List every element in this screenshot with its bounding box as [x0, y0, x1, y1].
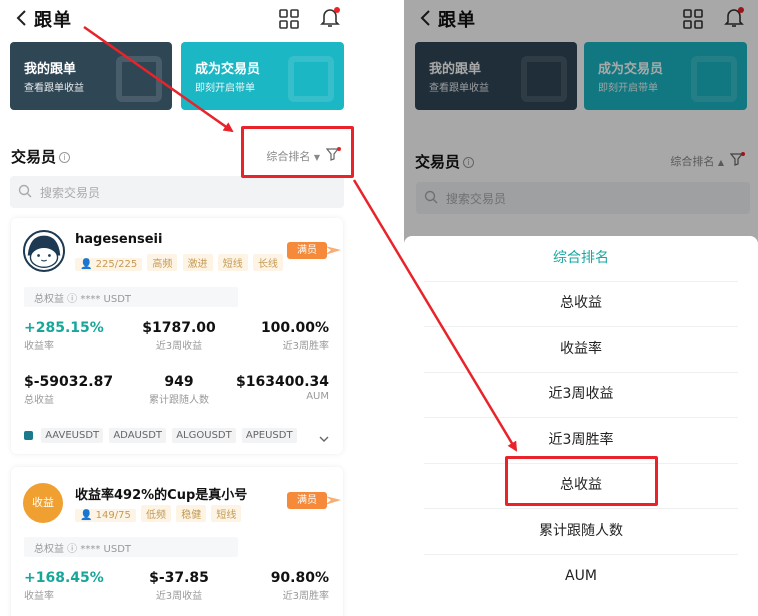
stat-label: 近3周收益 — [155, 591, 203, 602]
banner-decoration — [116, 56, 162, 102]
search-input[interactable]: 搜索交易员 — [10, 176, 344, 208]
stat-label: 累计跟随人数 — [149, 395, 209, 406]
banner-subtitle: 查看跟单收益 — [24, 83, 84, 94]
stat-label: 收益率 — [24, 591, 54, 602]
stat-value: 949 — [164, 374, 194, 390]
sort-option[interactable]: AUM — [404, 554, 758, 599]
search-icon — [18, 184, 32, 198]
stat-value: +285.15% — [24, 320, 104, 336]
stat-3w-winrate: 100.00% 近3周胜率 — [261, 320, 329, 352]
stat-value: +168.45% — [24, 570, 104, 586]
section-title-text: 交易员 — [11, 148, 57, 166]
follower-count-tag: 👤 225/225 — [75, 258, 143, 271]
stat-followers: 949 累计跟随人数 — [139, 374, 219, 406]
screenshot-stage: 跟单 我的跟单 查看跟单收益 成为交易员 即刻开启带单 交易员 i 综合排名 ▼ … — [0, 0, 758, 616]
stat-label: 总收益 — [24, 395, 54, 406]
stat-value: $-37.85 — [149, 570, 209, 586]
stat-label: 近3周收益 — [155, 341, 203, 352]
stat-total-profit: $-59032.87 总收益 — [24, 374, 113, 406]
avatar: 收益 — [23, 483, 63, 523]
style-tag: 激进 — [182, 254, 213, 271]
stat-3w-profit: $1787.00 近3周收益 — [139, 320, 219, 352]
trader-tags: 👤 225/225 高频 激进 短线 长线 — [75, 254, 285, 271]
right-screen: 跟单 我的跟单 查看跟单收益 成为交易员 即刻开启带单 交易员 i 综合排名 ▲ … — [404, 0, 758, 616]
trader-tags: 👤 149/75 低频 稳健 短线 — [75, 505, 243, 522]
sort-option[interactable]: 收益率 — [404, 327, 758, 372]
stat-label: 近3周胜率 — [282, 591, 329, 602]
stat-roi: +168.45% 收益率 — [24, 570, 104, 602]
banner-decoration — [288, 56, 334, 102]
search-placeholder: 搜索交易员 — [40, 186, 101, 200]
stat-3w-winrate: 90.80% 近3周胜率 — [271, 570, 329, 602]
header: 跟单 — [0, 0, 354, 38]
bell-icon[interactable] — [318, 5, 342, 29]
style-tag: 短线 — [217, 254, 248, 271]
sort-option[interactable]: 近3周收益 — [404, 372, 758, 417]
total-equity: 总权益 ⓘ **** USDT — [24, 287, 238, 307]
full-badge: 满员 — [287, 492, 327, 509]
info-icon[interactable]: i — [59, 152, 71, 163]
style-tag: 低频 — [141, 505, 172, 522]
become-trader-banner[interactable]: 成为交易员 即刻开启带单 — [181, 42, 344, 110]
banner-subtitle: 即刻开启带单 — [195, 83, 255, 94]
gap — [354, 0, 404, 616]
stat-value: $163400.34 — [236, 374, 329, 390]
trader-name: hagesenseii — [75, 232, 163, 247]
chevron-down-icon[interactable] — [319, 429, 329, 442]
style-tag: 短线 — [211, 505, 242, 522]
stat-label: 收益率 — [24, 341, 54, 352]
sort-sheet: 综合排名 总收益 收益率 近3周收益 近3周胜率 总收益 累计跟随人数 AUM — [404, 236, 758, 616]
stat-value: $-59032.87 — [24, 374, 114, 390]
trader-name: 收益率492%的Cup是真小号 — [75, 488, 248, 503]
stat-label: AUM — [306, 391, 329, 402]
pair-chip: AAVEUSDT — [41, 428, 104, 443]
pair-chip: ADAUSDT — [109, 428, 167, 443]
section-title: 交易员 i — [11, 146, 71, 167]
follower-count-tag: 👤 149/75 — [75, 509, 136, 522]
sort-option[interactable]: 累计跟随人数 — [404, 509, 758, 554]
stat-value: 100.00% — [260, 320, 329, 336]
stat-value: 90.80% — [270, 570, 329, 586]
stat-label: 近3周胜率 — [282, 341, 329, 352]
back-icon[interactable] — [12, 8, 32, 28]
trader-card[interactable]: 收益 收益率492%的Cup是真小号 👤 149/75 低频 稳健 短线 满员 … — [11, 467, 343, 616]
total-equity: 总权益 ⓘ **** USDT — [24, 537, 238, 557]
banner-title: 我的跟单 — [24, 62, 77, 77]
pair-chip: ALGOUSDT — [172, 428, 236, 443]
avatar — [23, 230, 65, 272]
sort-option[interactable]: 总收益 — [404, 281, 758, 326]
stat-3w-profit: $-37.85 近3周收益 — [139, 570, 219, 602]
style-tag: 稳健 — [176, 505, 207, 522]
coin-icon — [24, 430, 33, 440]
flame-icon — [325, 492, 341, 509]
left-screen: 跟单 我的跟单 查看跟单收益 成为交易员 即刻开启带单 交易员 i 综合排名 ▼ … — [0, 0, 354, 616]
style-tag: 长线 — [252, 254, 283, 271]
page-title: 跟单 — [34, 10, 72, 31]
style-tag: 高频 — [147, 254, 178, 271]
stat-value: $1787.00 — [142, 320, 216, 336]
follower-count: 149/75 — [95, 510, 131, 521]
pair-chip: APEUSDT — [241, 428, 297, 443]
trading-pairs: AAVEUSDT ADAUSDT ALGOUSDT APEUSDT — [24, 428, 300, 443]
sort-option[interactable]: 综合排名 — [404, 236, 758, 281]
grid-icon[interactable] — [278, 8, 300, 30]
stat-roi: +285.15% 收益率 — [24, 320, 104, 352]
stat-aum: $163400.34 AUM — [236, 374, 329, 402]
full-badge: 满员 — [287, 242, 327, 259]
flame-icon — [325, 242, 341, 259]
my-copy-banner[interactable]: 我的跟单 查看跟单收益 — [10, 42, 172, 110]
highlight-box — [241, 126, 354, 178]
banner-title: 成为交易员 — [195, 62, 261, 77]
trader-card[interactable]: hagesenseii 👤 225/225 高频 激进 短线 长线 满员 总权益… — [11, 218, 343, 454]
highlight-box — [505, 456, 658, 506]
follower-count: 225/225 — [95, 259, 138, 270]
